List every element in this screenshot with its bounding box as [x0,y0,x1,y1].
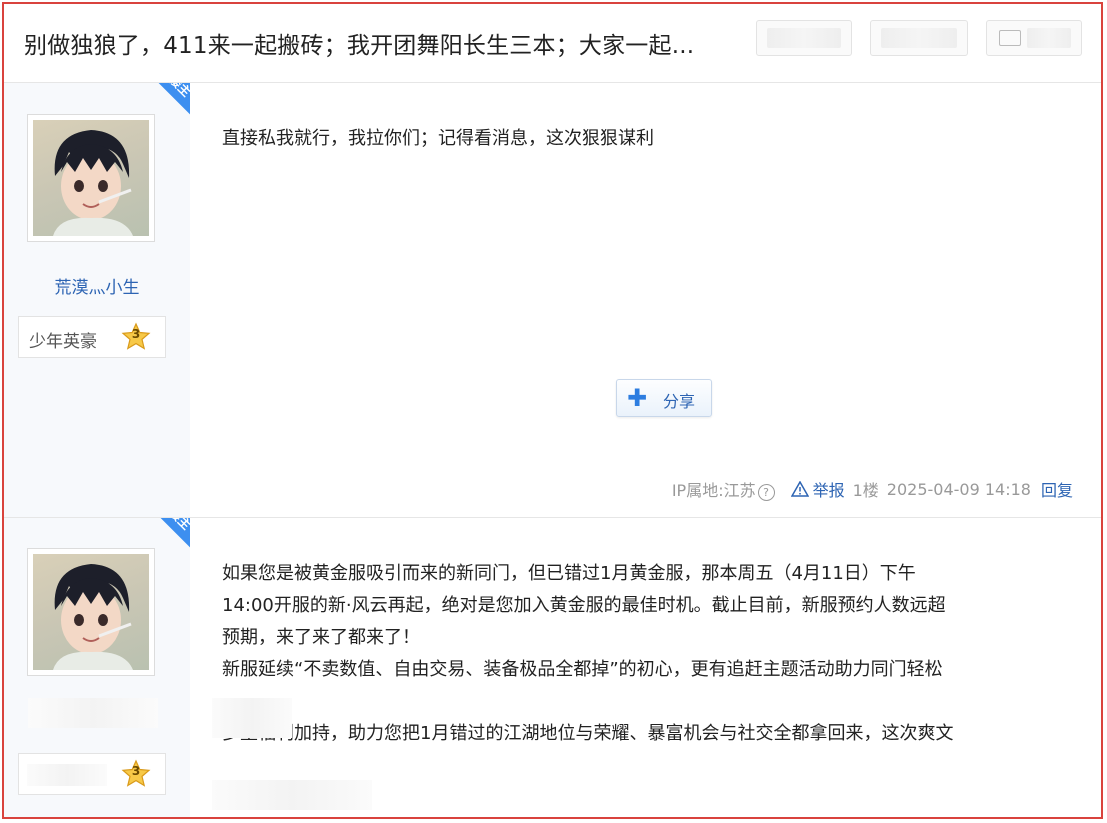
blurred-label [881,28,957,48]
blurred-region [212,698,292,738]
post-floor-1: 楼主 荒漠灬小生 少年英豪 3 直接私我就行，我拉你们；记得看消息，这次狠狠谋利… [4,83,1101,518]
post-content: 如果您是被黄金服吸引而来的新同门，但已错过1月黄金服，那本周五（4月11日）下午… [222,558,1082,750]
report-label: 举报 [812,481,845,500]
post-content: 直接私我就行，我拉你们；记得看消息，这次狠狠谋利 [222,123,654,155]
level-badge[interactable]: 3 [18,753,166,795]
header-button-2[interactable] [870,20,968,56]
blurred-level-title [27,764,107,786]
page-frame: 别做独狼了，411来一起搬砖；我开团舞阳长生三本；大家一起... 楼主 荒漠灬小… [2,2,1103,819]
level-title: 少年英豪 [29,332,97,352]
content-line: 预期，来了来了都来了！ [222,627,420,648]
blurred-username [28,698,158,728]
blurred-label [767,28,841,48]
op-badge: 楼主 [138,518,190,561]
thread-title: 别做独狼了，411来一起搬砖；我开团舞阳长生三本；大家一起... [24,33,695,59]
floor-number: 1楼 [852,481,879,500]
reply-icon [999,30,1021,46]
report-link[interactable]: 举报 [790,477,845,501]
plus-icon: ✚ [627,384,648,412]
level-number: 3 [131,764,141,778]
blurred-region [212,780,372,810]
ip-location: IP属地:江苏? [672,477,775,501]
op-badge: 楼主 [138,83,190,128]
header-button-1[interactable] [756,20,852,56]
content-line: 直接私我就行，我拉你们；记得看消息，这次狠狠谋利 [222,128,654,149]
reply-link[interactable]: 回复 [1041,477,1073,501]
op-badge-wrap: 楼主 [4,518,190,618]
share-button[interactable]: ✚ 分享 [616,379,712,417]
content-line: 如果您是被黄金服吸引而来的新同门，但已错过1月黄金服，那本周五（4月11日）下午 [222,563,916,584]
op-badge-wrap: 楼主 [4,83,190,183]
author-sidebar: 楼主 3 [4,518,190,817]
post-floor-2: 楼主 3 如果您是被黄金服吸引而来的新同门，但已错过1月黄金服，那本周五（4月1… [4,518,1101,817]
post-time: 2025-04-09 14:18 [886,479,1031,499]
blurred-label [1027,28,1071,48]
username[interactable]: 荒漠灬小生 [4,273,190,298]
author-sidebar: 楼主 荒漠灬小生 少年英豪 3 [4,83,190,517]
level-badge[interactable]: 少年英豪 3 [18,316,166,358]
help-icon: ? [757,484,775,501]
share-label: 分享 [663,392,696,411]
thread-header: 别做独狼了，411来一起搬砖；我开团舞阳长生三本；大家一起... [4,4,1101,83]
content-line: 多重福利加持，助力您把1月错过的江湖地位与荣耀、暴富机会与社交全都拿回来，这次爽… [222,723,954,744]
reply-thread-button[interactable] [986,20,1082,56]
content-line: 14:00开服的新·风云再起，绝对是您加入黄金服的最佳时机。截止目前，新服预约人… [222,595,946,616]
content-line: 新服延续“不卖数值、自由交易、装备极品全都掉”的初心，更有追赶主题活动助力同门轻… [222,659,943,680]
post-meta: IP属地:江苏? 举报 1楼 2025-04-09 14:18 回复 [672,477,1073,501]
warning-icon [790,481,809,497]
level-number: 3 [131,327,141,341]
